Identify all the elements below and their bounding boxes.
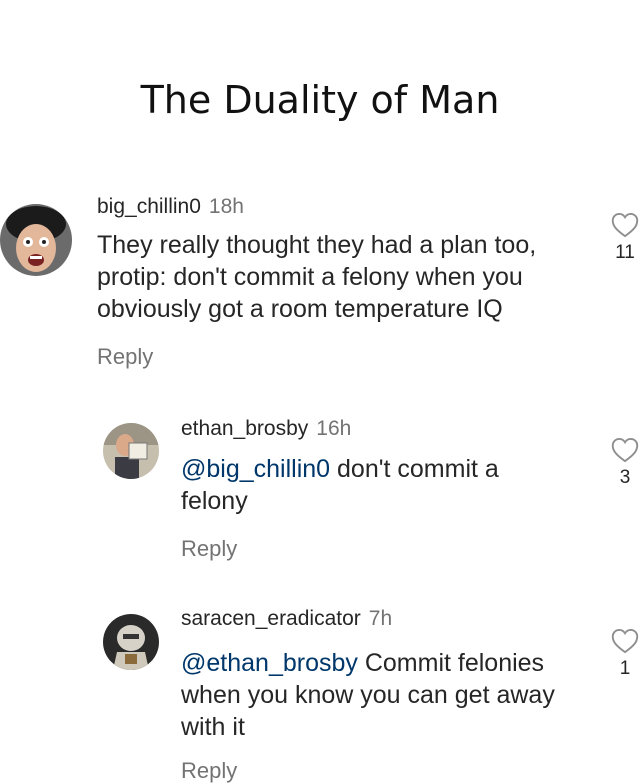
comment-text: They really thought they had a plan too,… bbox=[97, 231, 537, 323]
heart-outline-icon[interactable] bbox=[611, 628, 639, 654]
like-control: 3 bbox=[603, 437, 640, 489]
avatar-photo-icon bbox=[103, 614, 159, 670]
avatar-photo-icon bbox=[103, 423, 159, 479]
username[interactable]: ethan_brosby bbox=[181, 417, 308, 440]
timestamp: 7h bbox=[368, 607, 393, 630]
avatar[interactable] bbox=[103, 423, 159, 479]
like-count: 3 bbox=[619, 467, 631, 488]
heart-outline-icon[interactable] bbox=[611, 437, 639, 463]
mention-link[interactable]: @big_chillin0 bbox=[181, 455, 330, 483]
comment-text: @big_chillin0 don't commit a felony bbox=[181, 454, 571, 518]
like-control: 1 bbox=[603, 628, 640, 680]
comment-text: @ethan_brosby Commit felonies when you k… bbox=[181, 648, 601, 743]
avatar[interactable] bbox=[103, 614, 159, 670]
comment-meta: big_chillin0 18h bbox=[97, 195, 244, 219]
comment-meta: saracen_eradicator 7h bbox=[181, 607, 392, 631]
avatar-photo-icon bbox=[0, 204, 72, 276]
comment-meta: ethan_brosby 16h bbox=[181, 417, 351, 441]
avatar[interactable] bbox=[0, 204, 72, 276]
reply-button[interactable]: Reply bbox=[97, 344, 153, 370]
heart-outline-icon[interactable] bbox=[611, 212, 639, 238]
like-control: 11 bbox=[603, 212, 640, 264]
like-count: 1 bbox=[619, 658, 631, 679]
reply-button[interactable]: Reply bbox=[181, 758, 237, 784]
username[interactable]: saracen_eradicator bbox=[181, 607, 361, 630]
reply-button[interactable]: Reply bbox=[181, 536, 237, 562]
username[interactable]: big_chillin0 bbox=[97, 195, 201, 218]
page-title: The Duality of Man bbox=[140, 78, 500, 122]
timestamp: 18h bbox=[208, 195, 244, 218]
timestamp: 16h bbox=[316, 417, 352, 440]
mention-link[interactable]: @ethan_brosby bbox=[181, 649, 358, 677]
like-count: 11 bbox=[615, 242, 635, 263]
